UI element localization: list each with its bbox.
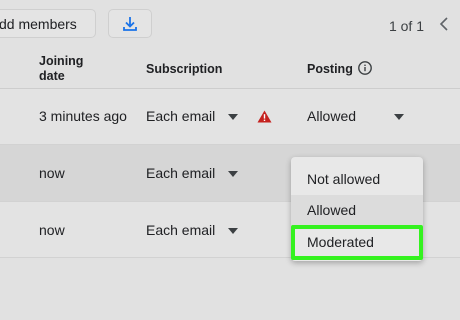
- chevron-left-icon[interactable]: [436, 14, 452, 34]
- download-icon: [123, 16, 137, 31]
- subscription-select[interactable]: Each email: [146, 222, 215, 238]
- subscription-select[interactable]: Each email: [146, 108, 215, 124]
- subscription-select[interactable]: Each email: [146, 165, 215, 181]
- add-members-button[interactable]: dd members: [0, 9, 96, 38]
- table-row[interactable]: 3 minutes ago Each email Allowed: [0, 89, 460, 145]
- subscription-dropdown-arrow-icon[interactable]: [228, 114, 238, 120]
- add-members-label: dd members: [0, 15, 77, 32]
- toolbar: dd members 1 of 1: [0, 0, 460, 46]
- subscription-dropdown-arrow-icon[interactable]: [228, 171, 238, 177]
- posting-dropdown-menu: Not allowed Allowed Moderated: [291, 157, 423, 261]
- posting-select[interactable]: Allowed: [307, 108, 356, 124]
- subscription-dropdown-arrow-icon[interactable]: [228, 228, 238, 234]
- menu-item-moderated[interactable]: Moderated: [291, 227, 423, 258]
- menu-item-not-allowed[interactable]: Not allowed: [291, 164, 423, 195]
- joined-time: now: [39, 165, 65, 181]
- pagination-text: 1 of 1: [388, 18, 424, 34]
- warning-icon: [257, 110, 272, 123]
- menu-item-allowed[interactable]: Allowed: [291, 195, 423, 226]
- header-joining-date[interactable]: Joining date: [39, 54, 109, 84]
- header-posting[interactable]: Posting: [307, 62, 353, 77]
- info-icon[interactable]: [357, 60, 373, 76]
- header-subscription[interactable]: Subscription: [146, 62, 222, 77]
- posting-dropdown-arrow-icon[interactable]: [394, 114, 404, 120]
- download-button[interactable]: [108, 9, 152, 38]
- table-header: Joining date Subscription Posting: [0, 46, 460, 89]
- joined-time: 3 minutes ago: [39, 108, 127, 124]
- joined-time: now: [39, 222, 65, 238]
